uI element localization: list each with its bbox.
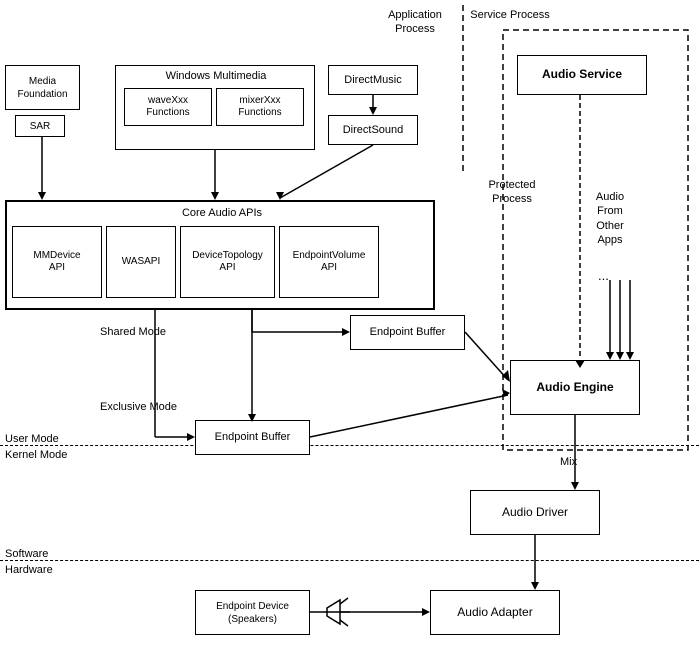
direct-music-box: DirectMusic: [328, 65, 418, 95]
device-topology-box: DeviceTopologyAPI: [180, 226, 275, 298]
direct-sound-box: DirectSound: [328, 115, 418, 145]
audio-driver-box: Audio Driver: [470, 490, 600, 535]
mmdevice-box: MMDeviceAPI: [12, 226, 102, 298]
protected-process-label: ProtectedProcess: [462, 178, 562, 207]
user-kernel-line: [0, 445, 699, 446]
endpoint-buffer-exclusive-box: Endpoint Buffer: [195, 420, 310, 455]
user-mode-label: User Mode: [5, 432, 59, 446]
wm-label: Windows Multimedia: [116, 69, 316, 83]
audio-adapter-box: Audio Adapter: [430, 590, 560, 635]
exclusive-mode-label: Exclusive Mode: [100, 400, 177, 414]
endpoint-volume-box: EndpointVolumeAPI: [279, 226, 379, 298]
audio-from-other-label: AudioFromOtherApps: [575, 190, 645, 247]
diagram: Application Process Service Process Prot…: [0, 0, 699, 664]
sar-box: SAR: [15, 115, 65, 137]
media-foundation-box: MediaFoundation: [5, 65, 80, 110]
endpoint-buffer-shared-box: Endpoint Buffer: [350, 315, 465, 350]
wasapi-box: WASAPI: [106, 226, 176, 298]
audio-service-box: Audio Service: [517, 55, 647, 95]
app-process-label: Application Process: [370, 8, 460, 37]
kernel-mode-label: Kernel Mode: [5, 448, 67, 462]
service-process-label: Service Process: [465, 8, 555, 22]
mixer-xxx-box: mixerXxxFunctions: [216, 88, 304, 126]
hardware-label: Hardware: [5, 563, 53, 577]
audio-engine-box: Audio Engine: [510, 360, 640, 415]
mix-label: Mix: [560, 455, 577, 469]
ellipsis-label: ...: [598, 268, 609, 285]
wave-xxx-box: waveXxxFunctions: [124, 88, 212, 126]
shared-mode-label: Shared Mode: [100, 325, 166, 339]
core-audio-label: Core Audio APIs: [7, 206, 437, 220]
endpoint-device-box: Endpoint Device(Speakers): [195, 590, 310, 635]
sw-hw-line: [0, 560, 699, 561]
software-label: Software: [5, 547, 48, 561]
